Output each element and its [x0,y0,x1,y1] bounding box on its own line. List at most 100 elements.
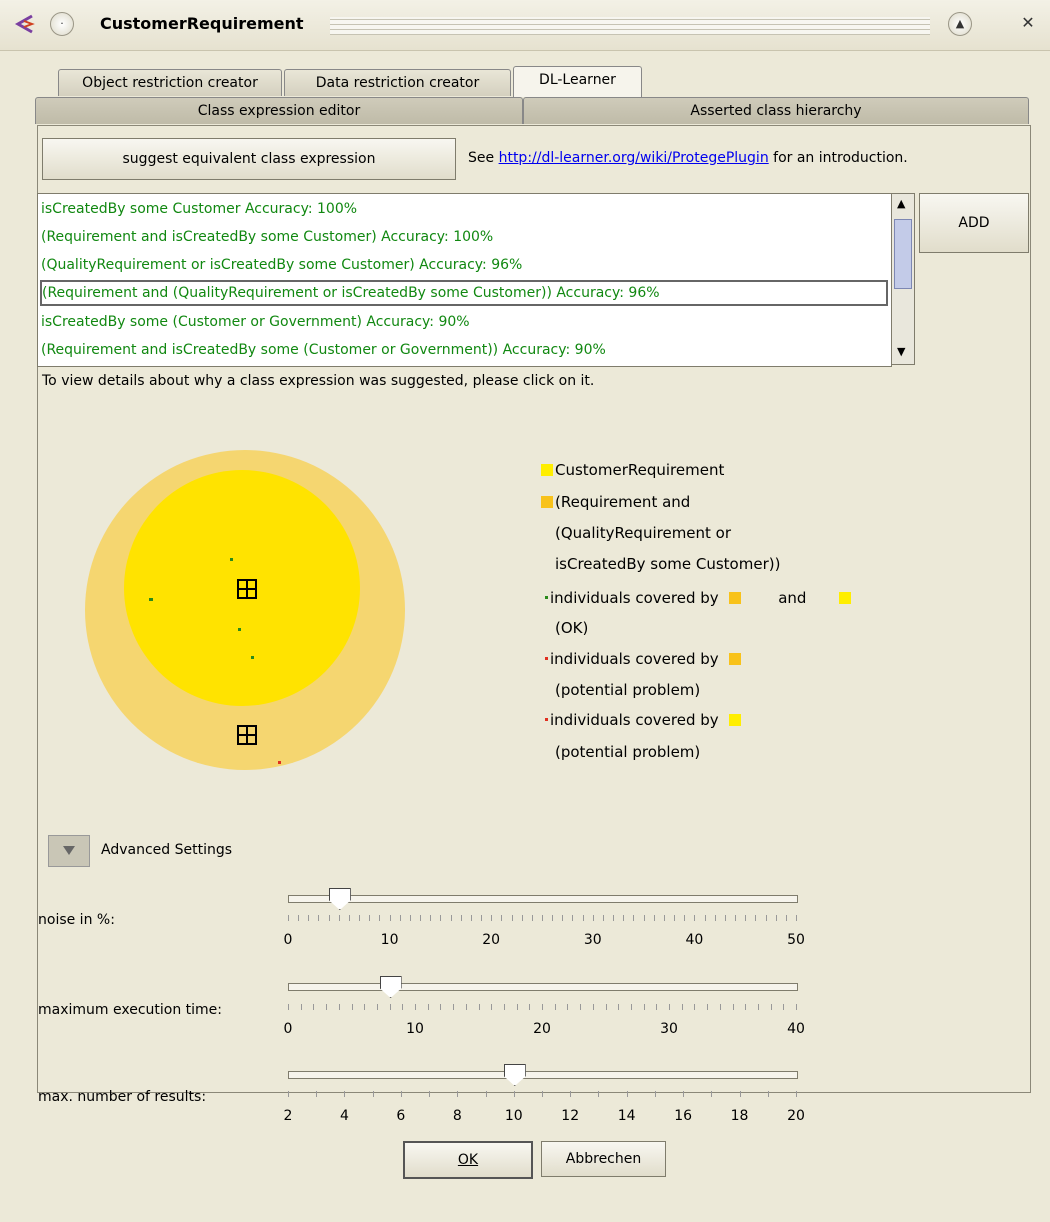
slider-tick-label: 16 [674,1108,693,1124]
slider-tick [554,1004,556,1010]
slider-tick-label: 30 [660,1021,678,1037]
slider-tick [592,915,594,921]
slider-tick [491,915,493,921]
result-item[interactable]: (Requirement and isCreatedBy some Custom… [41,224,885,250]
slider-tick [542,1004,543,1010]
slider-tick [364,1004,366,1010]
slider-tick-label: 18 [730,1108,749,1124]
tab-class-expression-editor[interactable]: Class expression editor [35,97,523,124]
tab-object-restriction-creator[interactable]: Object restriction creator [58,69,282,96]
window-menu-button[interactable]: · [50,12,74,36]
slider-tick [653,915,655,921]
slider-tick [511,915,513,921]
results-scrollbar[interactable]: ▲ ▼ [891,193,915,365]
noise-slider-track[interactable] [288,895,798,903]
slider-tick-label: 20 [482,932,501,948]
close-button[interactable]: ✕ [1017,12,1039,34]
scroll-down-icon[interactable]: ▼ [897,345,905,358]
slider-tick [796,1004,797,1010]
slider-tick-label: 0 [283,932,293,948]
slider-tick [714,915,716,921]
tab-data-restriction-creator[interactable]: Data restriction creator [284,69,511,96]
advanced-settings-toggle[interactable] [48,835,90,867]
legend-ok: individuals covered by and [545,589,853,607]
slider-tick [755,915,757,921]
slider-tick [592,1004,594,1010]
max-results-slider-track[interactable] [288,1071,798,1079]
result-item[interactable]: (QualityRequirement or isCreatedBy some … [41,252,885,278]
slider-tick-label: 40 [787,1021,805,1037]
add-button[interactable]: ADD [919,193,1029,253]
slider-tick [567,1004,569,1010]
maximize-button[interactable]: ▲ [948,12,972,36]
slider-tick [503,1004,505,1010]
slider-tick [440,915,442,921]
result-item[interactable]: isCreatedBy some Customer Accuracy: 100% [41,196,885,222]
slider-tick [683,1091,685,1097]
slider-tick [470,915,472,921]
slider-tick [429,1091,431,1097]
slider-tick [623,915,625,921]
slider-tick [626,1091,628,1097]
slider-tick [711,1091,713,1097]
orange-square-icon [729,592,742,604]
result-item-selected[interactable]: (Requirement and (QualityRequirement or … [40,280,888,306]
orange-square-icon [729,653,742,665]
slider-tick-label: 50 [787,932,805,948]
slider-tick [460,915,462,921]
slider-tick [300,1004,302,1010]
ok-button[interactable]: OK [403,1141,533,1179]
slider-tick [684,915,686,921]
slider-tick-label: 30 [583,932,602,948]
title-bar-grip [330,17,930,35]
chevron-down-icon [63,846,75,855]
legend-class2: (Requirement and [541,493,690,511]
slider-tick-label: 0 [283,1021,293,1037]
slider-tick [765,915,767,921]
slider-tick-label: 14 [617,1108,636,1124]
slider-tick [775,915,777,921]
ok-individual-dot [230,558,233,561]
legend-class2-line2: (QualityRequirement or [555,524,732,542]
ok-individual-dot [149,598,153,601]
tab-asserted-class-hierarchy[interactable]: Asserted class hierarchy [523,97,1029,124]
slider-tick [440,1004,442,1010]
legend-class2-line3: isCreatedBy some Customer)) [555,555,781,573]
slider-tick [485,1091,487,1097]
slider-tick [338,1004,340,1010]
cancel-button[interactable]: Abbrechen [541,1141,666,1177]
hint-text: To view details about why a class expres… [42,373,595,389]
scroll-thumb[interactable] [894,219,912,289]
slider-tick [663,915,665,921]
window-title: CustomerRequirement [100,14,304,33]
slider-tick-label: 20 [533,1021,551,1037]
slider-tick [316,1091,318,1097]
slider-tick [570,1091,572,1097]
noise-label: noise in %: [38,912,115,928]
red-dot-icon [545,717,548,721]
result-item[interactable]: (Requirement and isCreatedBy some (Custo… [41,337,885,363]
slider-tick [724,915,726,921]
slider-tick [376,1004,378,1010]
result-item[interactable]: isCreatedBy some (Customer or Government… [41,309,885,335]
scroll-up-icon[interactable]: ▲ [897,197,905,210]
tab-dl-learner[interactable]: DL-Learner [513,66,642,97]
slider-tick [326,1004,328,1010]
slider-tick [605,1004,607,1010]
slider-tick [359,915,361,921]
slider-tick [732,1004,734,1010]
slider-tick [694,1004,696,1010]
slider-tick-label: 40 [685,932,704,948]
slider-tick [739,1091,741,1097]
slider-tick [572,915,574,921]
yellow-square-icon [729,714,742,726]
slider-tick-label: 10 [504,1108,523,1124]
slider-tick [338,915,340,921]
slider-tick [602,915,604,921]
slider-tick [288,1091,289,1097]
plugin-link[interactable]: http://dl-learner.org/wiki/ProtegePlugin [499,150,769,166]
max-time-slider-track[interactable] [288,983,798,991]
slider-tick [402,1004,404,1010]
suggest-button[interactable]: suggest equivalent class expression [42,138,456,180]
slider-tick [372,1091,374,1097]
